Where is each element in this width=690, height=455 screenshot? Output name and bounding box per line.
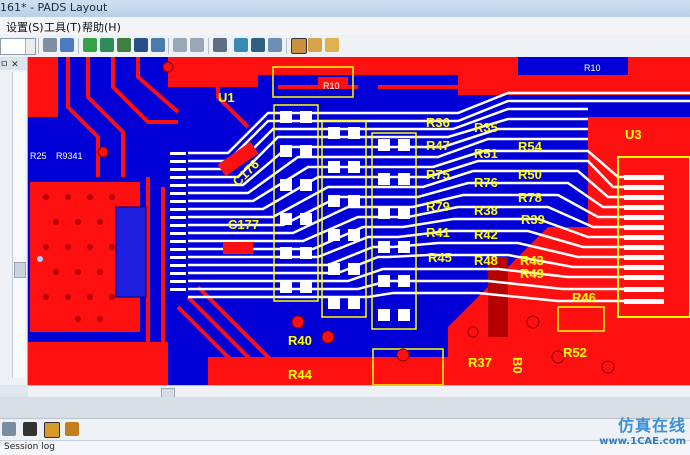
ref-c177: C177 bbox=[228, 217, 259, 232]
session-log-label: Session log bbox=[4, 442, 55, 452]
panel-scroll-thumb[interactable] bbox=[14, 262, 26, 278]
ref-u1: U1 bbox=[218, 90, 235, 105]
ref-r37: R37 bbox=[468, 355, 492, 370]
ref-r35: R35 bbox=[474, 120, 498, 135]
properties-icon[interactable] bbox=[43, 38, 57, 52]
title-bar: 161* - PADS Layout bbox=[0, 0, 690, 17]
main-toolbar bbox=[0, 35, 690, 58]
ref-r79: R79 bbox=[426, 199, 450, 214]
toolbar-separator bbox=[38, 38, 39, 54]
ref-r38: R38 bbox=[474, 203, 498, 218]
ref-b0: B0 bbox=[510, 357, 525, 374]
panel-gap bbox=[0, 397, 690, 418]
brush-icon[interactable] bbox=[268, 38, 282, 52]
menu-settings[interactable]: 设置(S) bbox=[6, 19, 44, 35]
ref-r36: R36 bbox=[426, 115, 450, 130]
toolbar-separator bbox=[286, 38, 287, 54]
watermark: 仿真在线 www.1CAE.com bbox=[599, 412, 686, 447]
ref-r76: R76 bbox=[474, 175, 498, 190]
ref-u3: U3 bbox=[625, 127, 642, 142]
panel-scrollbar[interactable] bbox=[12, 72, 26, 378]
toolbar-separator bbox=[78, 38, 79, 54]
grid-icon[interactable] bbox=[325, 38, 339, 52]
menu-help[interactable]: 帮助(H) bbox=[82, 19, 121, 35]
panel-title-controls[interactable]: ㅁ ✕ bbox=[0, 57, 27, 70]
design-icon[interactable] bbox=[100, 38, 114, 52]
pcb-drawing[interactable]: R36 R47 R75 R79 R41 R45 R35 R51 R76 R38 … bbox=[28, 57, 690, 385]
status-bar: Session log bbox=[0, 440, 690, 455]
pcb-canvas[interactable]: R36 R47 R75 R79 R41 R45 R35 R51 R76 R38 … bbox=[28, 57, 690, 385]
connect-icon[interactable] bbox=[134, 38, 148, 52]
layers-icon[interactable] bbox=[251, 38, 265, 52]
ref-r48: R48 bbox=[474, 253, 498, 268]
ref-r25: R25 bbox=[30, 151, 47, 161]
ref-r78: R78 bbox=[518, 190, 542, 205]
toolbar-separator bbox=[168, 38, 169, 54]
window-icon[interactable] bbox=[308, 38, 322, 52]
board-icon[interactable] bbox=[117, 38, 131, 52]
select-mode-icon[interactable] bbox=[291, 38, 307, 54]
toolbar-separator bbox=[208, 38, 209, 54]
zoom-icon[interactable] bbox=[213, 38, 227, 52]
ref-r41: R41 bbox=[426, 225, 450, 240]
watermark-cn: 仿真在线 bbox=[617, 416, 686, 435]
view-icon[interactable] bbox=[234, 38, 248, 52]
ref-r42: R42 bbox=[474, 227, 498, 242]
ref-r45: R45 bbox=[428, 250, 452, 265]
ref-r39: R39 bbox=[521, 212, 545, 227]
ref-r49: R49 bbox=[520, 266, 544, 281]
refresh-icon[interactable] bbox=[60, 38, 74, 52]
ref-r44: R44 bbox=[288, 367, 313, 382]
menu-bar: 设置(S) 工具(T) 帮助(H) bbox=[0, 17, 690, 36]
ref-r40: R40 bbox=[288, 333, 312, 348]
route-icon[interactable] bbox=[83, 38, 97, 52]
ref-r46: R46 bbox=[572, 290, 596, 305]
ref-r10b: R10 bbox=[323, 81, 340, 91]
print-icon[interactable] bbox=[2, 422, 16, 436]
layer-combo[interactable] bbox=[0, 38, 36, 55]
ref-r75: R75 bbox=[426, 167, 450, 182]
bottom-toolbar bbox=[0, 418, 690, 441]
ref-r52: R52 bbox=[563, 345, 587, 360]
ref-r9341: R9341 bbox=[56, 151, 83, 161]
ref-r47: R47 bbox=[426, 138, 450, 153]
ref-r51: R51 bbox=[474, 146, 498, 161]
watermark-url: www.1CAE.com bbox=[599, 436, 686, 447]
binoculars-icon[interactable] bbox=[23, 422, 37, 436]
grid-table-icon[interactable] bbox=[65, 422, 79, 436]
ref-r54: R54 bbox=[518, 139, 543, 154]
redo-icon[interactable] bbox=[190, 38, 204, 52]
ref-r50: R50 bbox=[518, 167, 542, 182]
ref-r10: R10 bbox=[584, 63, 601, 73]
chevron-down-icon[interactable] bbox=[25, 39, 35, 54]
window-title: 161* - PADS Layout bbox=[0, 1, 108, 14]
measure-icon[interactable] bbox=[151, 38, 165, 52]
menu-tools[interactable]: 工具(T) bbox=[44, 19, 81, 35]
left-panel: ㅁ ✕ bbox=[0, 57, 28, 385]
undo-icon[interactable] bbox=[173, 38, 187, 52]
pencil-icon[interactable] bbox=[44, 422, 60, 438]
